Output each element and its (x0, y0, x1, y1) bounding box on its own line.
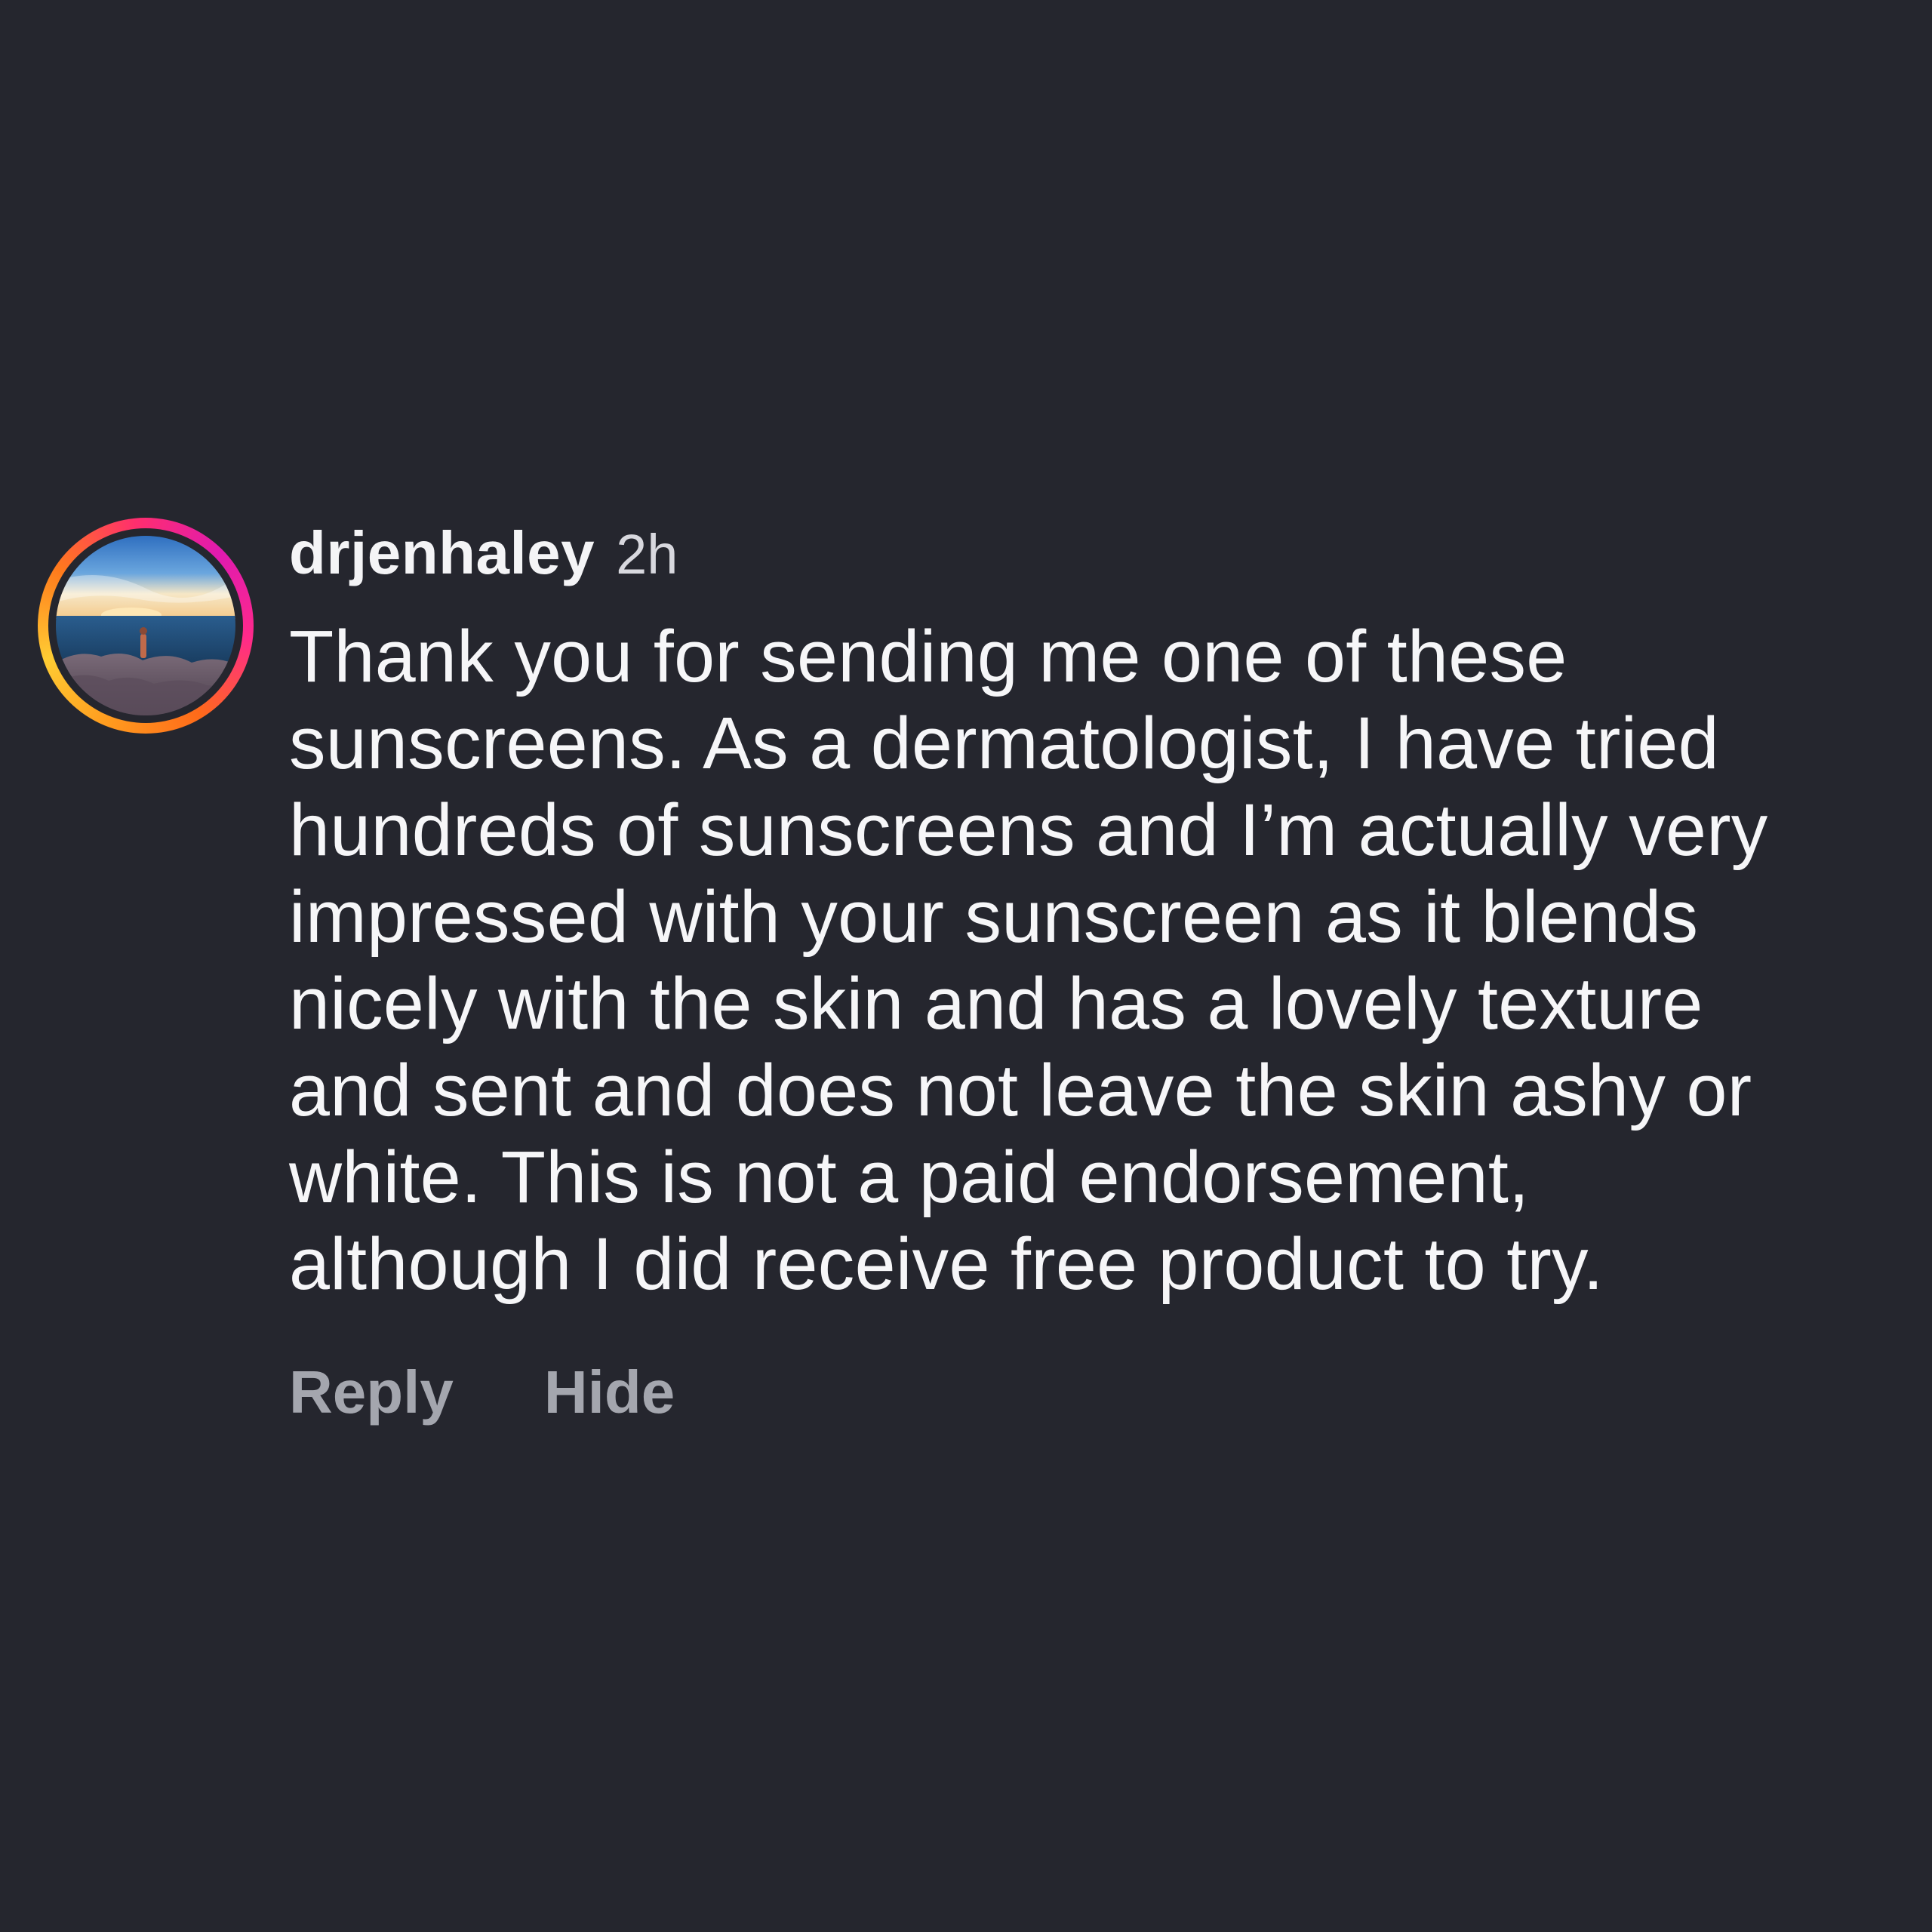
username[interactable]: drjenhaley (289, 519, 595, 586)
profile-photo-image (56, 536, 235, 715)
comment-text-line: and sent and does not leave the skin ash… (289, 1049, 1752, 1131)
comment-body: Thank you for sending me one of these su… (289, 613, 1912, 1307)
comment-text-line: nicely with the skin and has a lovely te… (289, 962, 1703, 1044)
comment-header: drjenhaley 2h (289, 519, 678, 587)
profile-photo (56, 536, 235, 715)
comment-text-line: sunscreens. As a dermatologist, I have t… (289, 702, 1719, 784)
timestamp: 2h (616, 523, 678, 586)
avatar-ring-gap (48, 528, 243, 723)
comment-text-line: although I did receive free product to t… (289, 1223, 1604, 1305)
comment-text-line: Thank you for sending me one of these (289, 615, 1567, 697)
comment-actions: Reply Hide (289, 1355, 675, 1430)
comment-text-line: impressed with your sunscreen as it blen… (289, 875, 1699, 958)
hide-button[interactable]: Hide (544, 1355, 675, 1430)
reply-button[interactable]: Reply (289, 1355, 454, 1430)
comment-text-line: hundreds of sunscreens and I’m actually … (289, 789, 1768, 871)
comment-text-line: white. This is not a paid endorsement, (289, 1136, 1530, 1218)
avatar[interactable] (38, 518, 254, 734)
comment: drjenhaley 2h Thank you for sending me on… (0, 0, 1932, 1932)
